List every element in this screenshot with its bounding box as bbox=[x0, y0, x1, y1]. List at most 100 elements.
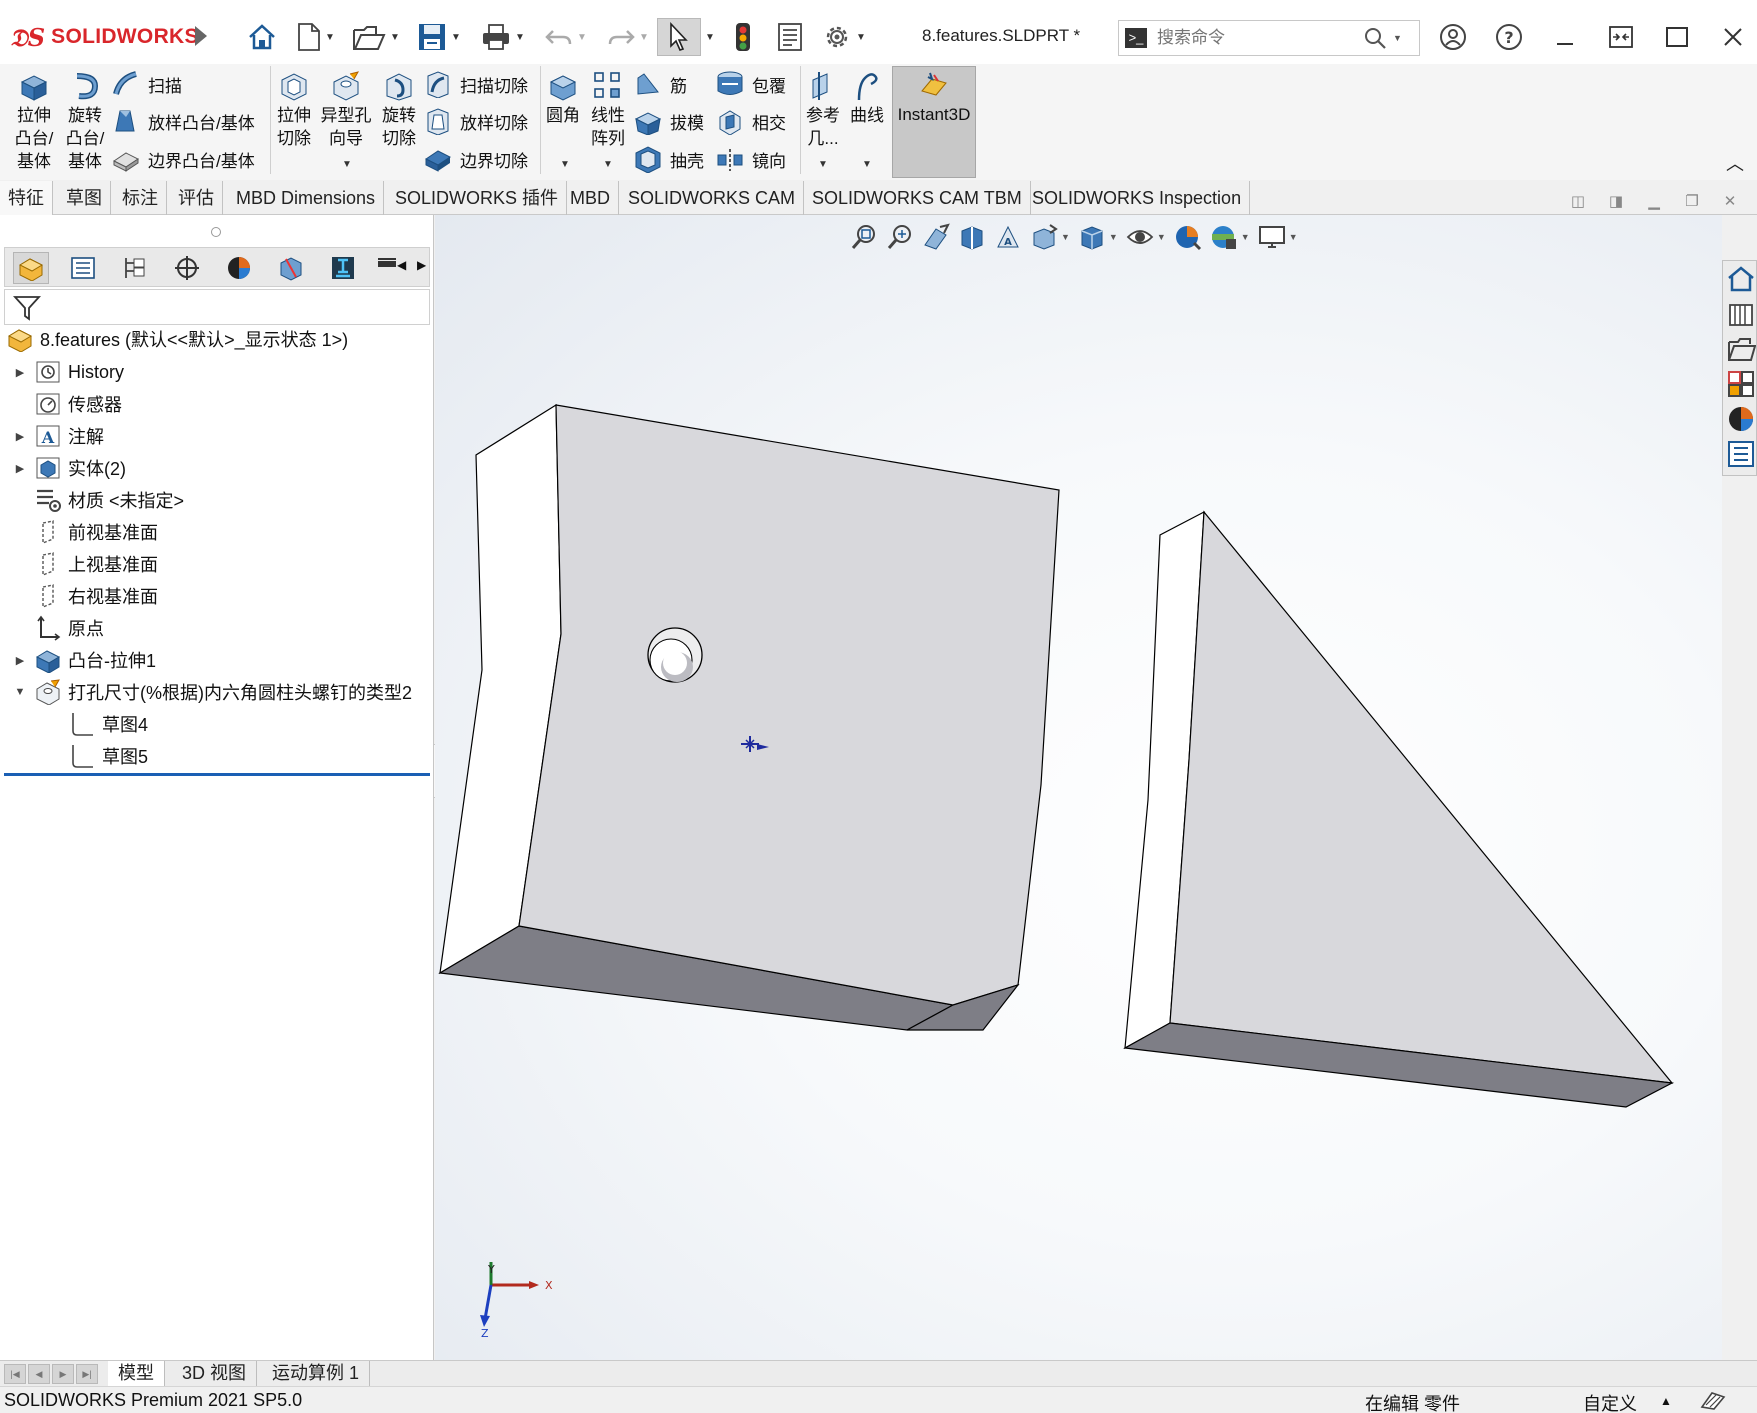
reference-geometry-button[interactable]: 参考 几... bbox=[804, 70, 842, 150]
print-button[interactable]: ▼ bbox=[476, 18, 530, 56]
tile-left-icon[interactable]: ◫ bbox=[1566, 190, 1590, 212]
chevron-down-icon[interactable]: ▼ bbox=[451, 32, 461, 43]
tab-solidworks-inspection[interactable]: SOLIDWORKS Inspection bbox=[1024, 181, 1251, 215]
tree-item-annotations[interactable]: ▶ A 注解 bbox=[12, 421, 104, 451]
rebuild-button[interactable] bbox=[728, 18, 758, 56]
zoom-to-fit-icon[interactable] bbox=[850, 223, 878, 251]
chevron-down-icon[interactable]: ▼ bbox=[639, 32, 649, 43]
unit-system-button[interactable]: 自定义 bbox=[1583, 1390, 1637, 1413]
first-tab-icon[interactable]: |◀ bbox=[4, 1364, 26, 1384]
cam-tool-tab[interactable] bbox=[375, 252, 399, 284]
design-library-icon[interactable] bbox=[1726, 299, 1756, 329]
tree-item-hole-feature[interactable]: ▼ 打孔尺寸(%根据)内六角圆柱头螺钉的类型2 bbox=[12, 677, 412, 707]
wrap-button[interactable]: 包覆 bbox=[716, 70, 786, 98]
new-document-button[interactable]: ▼ bbox=[290, 18, 342, 56]
tree-item-history[interactable]: ▶ History bbox=[12, 357, 124, 387]
square-plate-body[interactable] bbox=[438, 403, 1060, 1031]
configurationmanager-tab[interactable] bbox=[117, 252, 153, 284]
select-button[interactable] bbox=[657, 18, 701, 56]
chevron-down-icon[interactable]: ▼ bbox=[1109, 232, 1118, 242]
apply-scene-icon[interactable] bbox=[1210, 223, 1238, 251]
chevron-down-icon[interactable]: ▼ bbox=[856, 32, 866, 43]
select-dropdown[interactable]: ▼ bbox=[701, 18, 715, 56]
rib-button[interactable]: 筋 bbox=[634, 70, 687, 98]
undo-button[interactable]: ▼ bbox=[540, 18, 592, 56]
tab-scroll-right-icon[interactable]: ▶ bbox=[417, 258, 426, 272]
zoom-to-area-icon[interactable] bbox=[886, 223, 914, 251]
tab-scroll-left-icon[interactable]: ◀ bbox=[397, 258, 406, 272]
boundary-boss-button[interactable]: 边界凸台/基体 bbox=[112, 145, 255, 173]
rebuild-status-icon[interactable] bbox=[1698, 1389, 1728, 1411]
intersect-button[interactable]: 相交 bbox=[716, 107, 786, 135]
tree-item-origin[interactable]: 原点 bbox=[12, 613, 104, 643]
tab-evaluate[interactable]: 评估 bbox=[170, 181, 223, 215]
tree-item-solid-bodies[interactable]: ▶ 实体(2) bbox=[12, 453, 126, 483]
last-tab-icon[interactable]: ▶| bbox=[76, 1364, 98, 1384]
cam-operation-tab[interactable] bbox=[325, 252, 361, 284]
save-button[interactable]: ▼ bbox=[412, 18, 466, 56]
featuremanager-tab[interactable] bbox=[13, 252, 49, 284]
tree-item-boss-extrude1[interactable]: ▶ 凸台-拉伸1 bbox=[12, 645, 156, 675]
filter-icon[interactable] bbox=[13, 294, 41, 322]
home-button[interactable] bbox=[242, 18, 282, 56]
lofted-cut-button[interactable]: 放样切除 bbox=[424, 107, 528, 135]
chevron-down-icon[interactable]: ▼ bbox=[1241, 232, 1250, 242]
display-style-icon[interactable] bbox=[1078, 223, 1106, 251]
revolve-boss-button[interactable]: 旋转 凸台/ 基体 bbox=[62, 70, 108, 173]
graphics-area[interactable]: X Y Z bbox=[435, 215, 1722, 1360]
command-search[interactable]: >_ ▼ bbox=[1118, 20, 1420, 56]
propertymanager-tab[interactable] bbox=[65, 252, 101, 284]
tab-sketch[interactable]: 草图 bbox=[58, 181, 111, 215]
appearances-icon[interactable] bbox=[1726, 404, 1756, 434]
tab-solidworks-cam-tbm[interactable]: SOLIDWORKS CAM TBM bbox=[804, 181, 1031, 215]
cam-feature-tab[interactable] bbox=[273, 252, 309, 284]
sweep-button[interactable]: 扫描 bbox=[112, 70, 182, 98]
chevron-down-icon[interactable]: ▼ bbox=[862, 159, 872, 170]
options-button[interactable]: ▼ bbox=[816, 18, 872, 56]
redo-button[interactable]: ▼ bbox=[602, 18, 654, 56]
chevron-up-icon[interactable]: ▲ bbox=[1660, 1394, 1672, 1408]
tab-mbd[interactable]: MBD bbox=[562, 181, 619, 215]
counterbore-hole[interactable] bbox=[647, 627, 703, 683]
view-settings-icon[interactable] bbox=[1258, 223, 1286, 251]
panel-splitter-handle[interactable] bbox=[211, 227, 221, 237]
search-input[interactable] bbox=[1157, 28, 1357, 48]
tree-item-sensors[interactable]: 传感器 bbox=[12, 389, 122, 419]
restore-layout-button[interactable] bbox=[1601, 18, 1641, 56]
tree-item-right-plane[interactable]: 右视基准面 bbox=[12, 581, 158, 611]
fillet-button[interactable]: 圆角 bbox=[544, 70, 582, 127]
hole-wizard-button[interactable]: 异型孔 向导 bbox=[318, 70, 374, 150]
expand-arrow-icon[interactable]: ▶ bbox=[12, 462, 28, 475]
boundary-cut-button[interactable]: 边界切除 bbox=[424, 145, 528, 173]
tab-mbd-dimensions[interactable]: MBD Dimensions bbox=[228, 181, 385, 215]
chevron-down-icon[interactable]: ▼ bbox=[342, 159, 352, 170]
chevron-down-icon[interactable]: ▼ bbox=[818, 159, 828, 170]
tree-root-part[interactable]: 8.features (默认<<默认>_显示状态 1>) bbox=[4, 324, 348, 354]
tab-solidworks-addins[interactable]: SOLIDWORKS 插件 bbox=[387, 181, 568, 215]
curves-button[interactable]: 曲线 bbox=[846, 70, 888, 127]
help-button[interactable]: ? bbox=[1489, 18, 1529, 56]
tree-item-material[interactable]: 材质 <未指定> bbox=[12, 485, 184, 515]
doc-minimize-icon[interactable]: ▁ bbox=[1642, 190, 1666, 212]
revolve-cut-button[interactable]: 旋转 切除 bbox=[378, 70, 420, 150]
extrude-cut-button[interactable]: 拉伸 切除 bbox=[274, 70, 314, 150]
view-orientation-icon[interactable] bbox=[1030, 223, 1058, 251]
tile-right-icon[interactable]: ◨ bbox=[1604, 190, 1628, 212]
close-button[interactable] bbox=[1713, 18, 1753, 56]
open-button[interactable]: ▼ bbox=[348, 18, 404, 56]
collapse-arrow-icon[interactable]: ▼ bbox=[12, 686, 28, 698]
chevron-down-icon[interactable]: ▼ bbox=[603, 159, 613, 170]
linear-pattern-button[interactable]: 线性 阵列 bbox=[586, 70, 630, 150]
solidworks-resources-icon[interactable] bbox=[1726, 264, 1756, 294]
rollback-bar[interactable] bbox=[4, 773, 430, 776]
dimxpertmanager-tab[interactable] bbox=[169, 252, 205, 284]
tab-model[interactable]: 模型 bbox=[108, 1361, 165, 1386]
tree-item-sketch4[interactable]: 草图4 bbox=[46, 709, 148, 739]
chevron-down-icon[interactable]: ▼ bbox=[390, 32, 400, 43]
tree-filter-bar[interactable] bbox=[4, 289, 430, 325]
instant3d-button[interactable]: Instant3D bbox=[892, 66, 976, 178]
doc-restore-icon[interactable]: ❐ bbox=[1680, 190, 1704, 212]
search-icon[interactable] bbox=[1363, 26, 1387, 50]
dynamic-annotation-icon[interactable]: A bbox=[994, 223, 1022, 251]
chevron-down-icon[interactable]: ▼ bbox=[577, 32, 587, 43]
